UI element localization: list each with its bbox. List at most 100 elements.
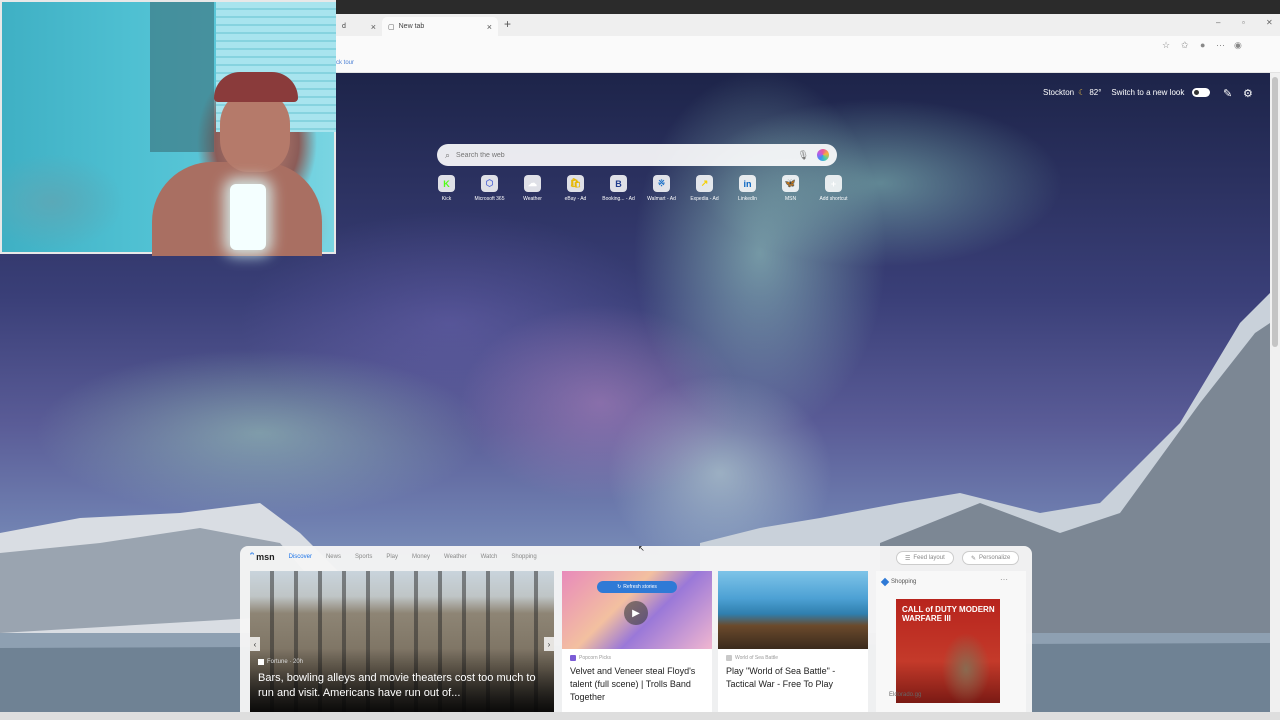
search-input[interactable] xyxy=(456,151,798,159)
more-icon[interactable]: ⋯ xyxy=(1216,40,1225,51)
tab-sports[interactable]: Sports xyxy=(355,554,372,560)
temperature-label: 82° xyxy=(1089,88,1102,97)
play-icon[interactable]: ▶ xyxy=(624,601,648,625)
msn-logo[interactable]: ᵔ msn xyxy=(250,551,275,562)
moon-icon: ☾ xyxy=(1078,88,1086,97)
product-image[interactable]: CALL of DUTY MODERN WARFARE III xyxy=(896,599,1000,703)
favorite-link[interactable]: ck tour xyxy=(336,60,354,66)
quick-link-expedia-ad[interactable]: ↗ Expedia - Ad xyxy=(688,175,721,202)
tab-money[interactable]: Money xyxy=(412,554,430,560)
butterfly-icon: ᵔ xyxy=(250,551,255,562)
quick-link-walmart-ad[interactable]: ※ Walmart - Ad xyxy=(645,175,678,202)
news-source: World of Sea Battle xyxy=(726,655,860,661)
personalize-button[interactable]: ✎ Personalize xyxy=(962,551,1020,565)
msn-logo-text: msn xyxy=(256,551,275,562)
profile-icon[interactable]: ● xyxy=(1200,40,1205,50)
tab-label: d xyxy=(342,23,346,30)
edit-icon[interactable]: ✎ xyxy=(1223,87,1232,100)
gear-icon[interactable]: ⚙ xyxy=(1243,87,1253,100)
quick-link-icon: ⬡ xyxy=(481,175,498,192)
mouse-cursor-icon: ↖ xyxy=(638,544,645,553)
favorites-icon[interactable]: ✩ xyxy=(1181,40,1189,51)
news-title[interactable]: Bars, bowling alleys and movie theaters … xyxy=(258,671,548,701)
copilot-icon[interactable]: ◉ xyxy=(1234,40,1242,51)
webcam-overlay xyxy=(0,0,336,256)
news-title[interactable]: Play "World of Sea Battle" - Tactical Wa… xyxy=(726,665,860,691)
maximize-icon[interactable]: ▫ xyxy=(1242,18,1245,27)
new-tab-icon: ▢ xyxy=(388,23,395,31)
video-thumbnail: ↻ Refresh stories ▶ xyxy=(562,571,712,649)
news-card-ad[interactable]: World of Sea Battle Play "World of Sea B… xyxy=(718,571,868,712)
quick-link-icon: + xyxy=(825,175,842,192)
copilot-icon[interactable] xyxy=(817,149,829,161)
search-box[interactable]: ⌕ 🎙 xyxy=(437,144,837,166)
tab-shopping[interactable]: Shopping xyxy=(511,554,536,560)
pencil-icon: ✎ xyxy=(971,555,977,562)
quick-link-linkedin[interactable]: in LinkedIn xyxy=(731,175,764,202)
quick-link-label: LinkedIn xyxy=(738,196,757,202)
screen: d × ▢ New tab × + – ▫ ✕ ☆ ✩ ● ⋯ ◉ ck tou… xyxy=(0,0,1280,720)
news-source-label: Popcorn Picks xyxy=(579,655,611,661)
search-icon: ⌕ xyxy=(445,149,451,160)
new-look-toggle[interactable] xyxy=(1192,88,1211,97)
quick-link-weather[interactable]: ☁ Weather xyxy=(516,175,549,202)
carousel-prev-button[interactable]: ‹ xyxy=(250,637,260,651)
quick-link-icon: ↗ xyxy=(696,175,713,192)
webcam-person-cap xyxy=(214,72,298,102)
tab-new-tab[interactable]: ▢ New tab × xyxy=(382,17,498,36)
scrollbar-thumb[interactable] xyxy=(1272,77,1278,347)
refresh-stories-button[interactable]: ↻ Refresh stories xyxy=(597,581,677,593)
msn-feed: ᵔ msn Discover News Sports Play Money Wea… xyxy=(240,546,1032,712)
news-card-video[interactable]: ↻ Refresh stories ▶ Popcorn Picks Velvet … xyxy=(562,571,712,712)
tab-play[interactable]: Play xyxy=(386,554,398,560)
microphone-icon[interactable]: 🎙 xyxy=(798,150,809,161)
quick-link-microsoft-365[interactable]: ⬡ Microsoft 365 xyxy=(473,175,506,202)
window-titlebar xyxy=(336,0,1280,14)
quick-link-label: Add shortcut xyxy=(819,196,848,202)
quick-link-icon: in xyxy=(739,175,756,192)
address-bar[interactable]: ☆ ✩ ● ⋯ ◉ xyxy=(336,36,1280,58)
close-icon[interactable]: × xyxy=(371,22,376,32)
news-card-featured[interactable]: ‹ › Fortune · 20h Bars, bowling alleys a… xyxy=(250,571,554,712)
quick-link-msn[interactable]: 🦋 MSN xyxy=(774,175,807,202)
shopping-title: Shopping xyxy=(891,579,917,585)
page-scrollbar[interactable] xyxy=(1270,73,1280,713)
tab-watch[interactable]: Watch xyxy=(481,554,498,560)
tab-discover[interactable]: Discover xyxy=(289,554,312,560)
quick-link-ebay-ad[interactable]: 🛍 eBay - Ad xyxy=(559,175,592,202)
quick-link-kick[interactable]: K Kick xyxy=(430,175,463,202)
add-tab-button[interactable]: + xyxy=(504,17,511,31)
close-window-icon[interactable]: ✕ xyxy=(1266,18,1273,27)
store-label[interactable]: Eldorado.gg xyxy=(889,692,921,698)
feed-layout-button[interactable]: ☰ Feed layout xyxy=(896,551,954,565)
star-icon[interactable]: ☆ xyxy=(1162,40,1170,51)
refresh-icon: ↻ xyxy=(617,584,622,590)
minimize-icon[interactable]: – xyxy=(1216,18,1220,27)
quick-link-add-shortcut[interactable]: + Add shortcut xyxy=(817,175,850,202)
quick-links: K Kick ⬡ Microsoft 365 ☁ Weather 🛍 eBay - Ad B Bo… xyxy=(430,175,850,202)
refresh-stories-label: Refresh stories xyxy=(623,584,657,590)
news-source: Fortune · 20h xyxy=(258,659,303,665)
personalize-label: Personalize xyxy=(979,555,1011,561)
quick-link-booking-ad[interactable]: B Booking... - Ad xyxy=(602,175,635,202)
close-icon[interactable]: × xyxy=(487,22,492,32)
quick-link-label: Booking... - Ad xyxy=(602,196,635,202)
carousel-next-button[interactable]: › xyxy=(544,637,554,651)
quick-link-label: Microsoft 365 xyxy=(474,196,505,202)
tab-label: New tab xyxy=(398,23,425,30)
quick-link-icon: 🛍 xyxy=(567,175,584,192)
news-source: Popcorn Picks xyxy=(570,655,704,661)
source-icon xyxy=(570,655,576,661)
more-icon[interactable]: ⋯ xyxy=(1000,575,1008,584)
feed-layout-label: Feed layout xyxy=(913,555,945,561)
tab-weather[interactable]: Weather xyxy=(444,554,467,560)
quick-link-label: Kick xyxy=(441,196,452,202)
tab-previous[interactable]: d × xyxy=(336,17,382,36)
news-title[interactable]: Velvet and Veneer steal Floyd's talent (… xyxy=(570,665,704,704)
webcam-glowing-object xyxy=(230,184,266,250)
shopping-card[interactable]: Shopping ⋯ CALL of DUTY MODERN WARFARE I… xyxy=(876,571,1026,712)
quick-link-icon: K xyxy=(438,175,455,192)
weather-widget[interactable]: Stockton ☾ 82° Switch to a new look xyxy=(1043,88,1211,97)
new-look-label: Switch to a new look xyxy=(1111,88,1185,97)
tab-news[interactable]: News xyxy=(326,554,341,560)
